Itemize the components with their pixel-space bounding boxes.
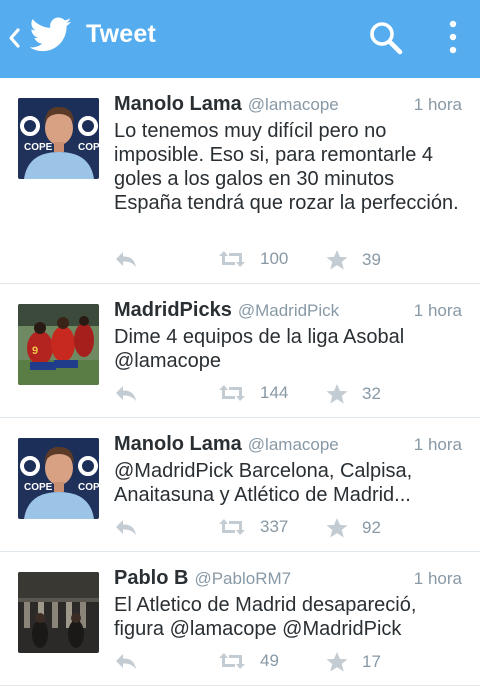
twitter-bird-icon[interactable] [30, 16, 72, 54]
retweet-button[interactable]: 49 [218, 651, 279, 671]
retweet-button[interactable]: 100 [218, 249, 288, 269]
reply-icon [116, 386, 136, 401]
avatar[interactable]: COPE COP [18, 438, 99, 519]
tweet-text: Lo tenemos muy difícil pero no imposible… [114, 120, 459, 214]
retweet-count: 337 [260, 517, 289, 536]
tweet-actions: 100 39 [114, 249, 414, 271]
star-icon [326, 250, 348, 270]
avatar[interactable] [18, 572, 99, 653]
svg-text:COPE: COPE [24, 142, 53, 153]
author-name[interactable]: MadridPicks [114, 299, 232, 322]
tweet-actions: 144 32 [114, 383, 414, 405]
avatar[interactable]: COPE COP [18, 98, 99, 179]
retweet-icon [219, 251, 245, 267]
more-vertical-icon[interactable] [444, 18, 462, 58]
search-icon[interactable] [368, 20, 404, 56]
tweet-header: MadridPicks @MadridPick 1 hora [114, 299, 462, 325]
timestamp: 1 hora [413, 435, 462, 454]
tweet-header: Manolo Lama @lamacope 1 hora [114, 93, 462, 119]
svg-text:9: 9 [32, 345, 38, 357]
tweet-text: El Atletico de Madrid desapareció, figur… [114, 594, 417, 640]
tweet-item[interactable]: COPE COP Manolo Lama @lamacope 1 hora @M… [0, 418, 480, 552]
top-bar: Tweet [0, 0, 480, 78]
author-handle[interactable]: @lamacope [248, 435, 339, 455]
reply-icon [116, 252, 136, 267]
svg-text:COP: COP [78, 142, 99, 153]
svg-text:COPE: COPE [24, 482, 53, 493]
author-name[interactable]: Pablo B [114, 567, 188, 590]
favorite-button[interactable]: 17 [326, 651, 381, 673]
tweet-actions: 337 92 [114, 517, 414, 539]
timestamp: 1 hora [413, 301, 462, 320]
retweet-icon [219, 653, 245, 669]
reply-button[interactable] [114, 651, 138, 671]
tweet-text: @MadridPick Barcelona, Calpisa, Anaitasu… [114, 460, 413, 506]
svg-text:COP: COP [78, 482, 99, 493]
star-icon [326, 652, 348, 672]
timestamp: 1 hora [413, 569, 462, 588]
author-handle[interactable]: @PabloRM7 [194, 569, 291, 589]
tweet-header: Manolo Lama @lamacope 1 hora [114, 433, 462, 459]
retweet-icon [219, 385, 245, 401]
timestamp: 1 hora [413, 95, 462, 114]
author-handle[interactable]: @lamacope [248, 95, 339, 115]
reply-icon [116, 654, 136, 669]
retweet-count: 144 [260, 383, 289, 402]
reply-button[interactable] [114, 517, 138, 537]
favorite-button[interactable]: 32 [326, 383, 381, 405]
page-title: Tweet [86, 20, 156, 48]
star-icon [326, 518, 348, 538]
favorite-count: 39 [362, 250, 381, 269]
retweet-count: 100 [260, 249, 289, 268]
author-name[interactable]: Manolo Lama [114, 93, 242, 116]
tweet-item[interactable]: COPE COP Manolo Lama @lamacope 1 hora Lo… [0, 78, 480, 284]
author-name[interactable]: Manolo Lama [114, 433, 242, 456]
favorite-count: 92 [362, 518, 381, 537]
author-handle[interactable]: @MadridPick [238, 301, 339, 321]
avatar[interactable]: 9 [18, 304, 99, 385]
retweet-button[interactable]: 144 [218, 383, 288, 403]
tweet-item[interactable]: 9 MadridPicks @MadridPick 1 hora Dime 4 … [0, 284, 480, 418]
retweet-count: 49 [260, 651, 279, 670]
retweet-icon [219, 519, 245, 535]
favorite-count: 32 [362, 384, 381, 403]
reply-button[interactable] [114, 249, 138, 269]
tweet-text: Dime 4 equipos de la liga Asobal @lamaco… [114, 326, 405, 372]
star-icon [326, 384, 348, 404]
reply-button[interactable] [114, 383, 138, 403]
favorite-button[interactable]: 39 [326, 249, 381, 271]
retweet-button[interactable]: 337 [218, 517, 288, 537]
favorite-button[interactable]: 92 [326, 517, 381, 539]
tweet-actions: 49 17 [114, 651, 414, 673]
tweet-item[interactable]: Pablo B @PabloRM7 1 hora El Atletico de … [0, 552, 480, 686]
tweet-header: Pablo B @PabloRM7 1 hora [114, 567, 462, 593]
favorite-count: 17 [362, 652, 381, 671]
chevron-left-icon[interactable] [7, 27, 21, 49]
tweet-timeline: COPE COP Manolo Lama @lamacope 1 hora Lo… [0, 78, 480, 686]
reply-icon [116, 520, 136, 535]
